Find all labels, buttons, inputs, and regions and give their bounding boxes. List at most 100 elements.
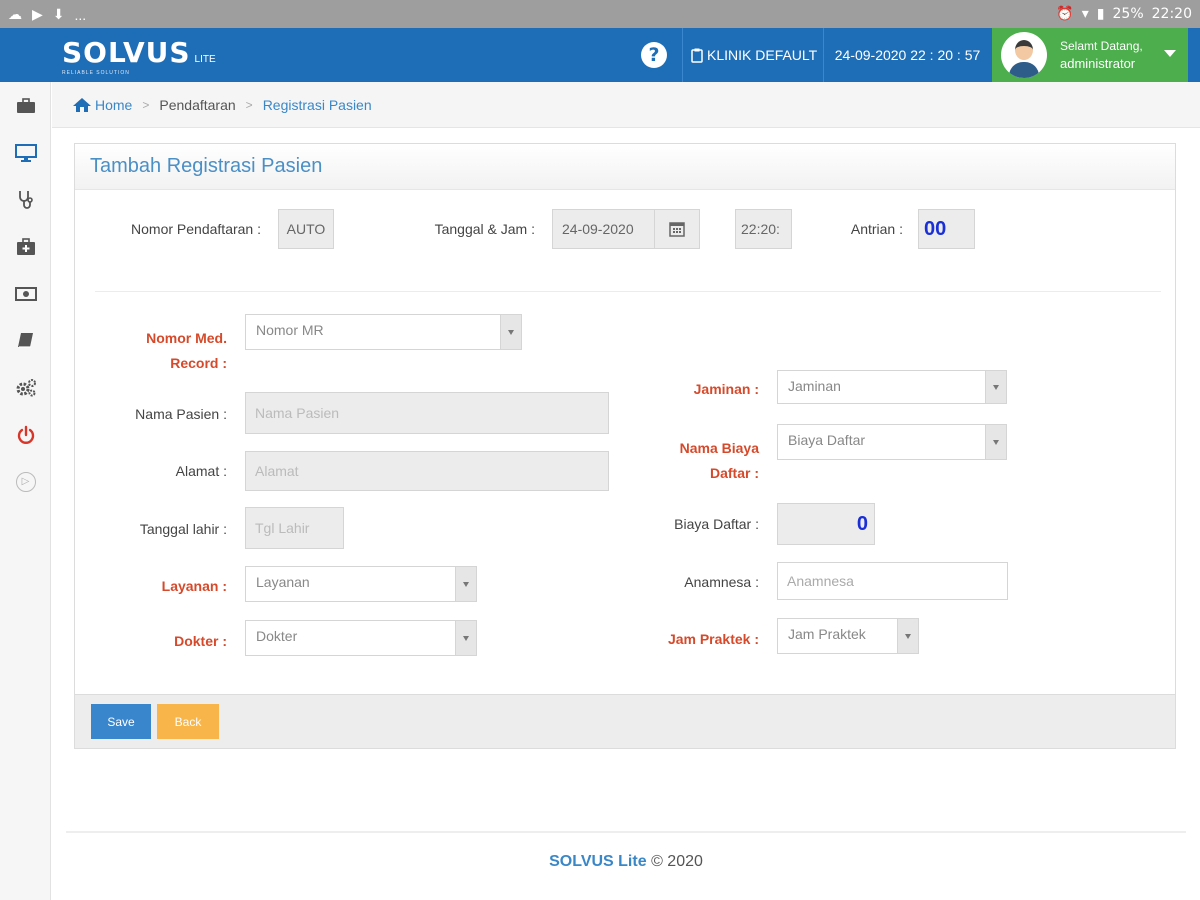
sidebar-item-book[interactable] [0,317,51,364]
dokter-placeholder: Dokter [256,628,298,644]
monitor-icon [14,143,37,162]
clipboard-icon [691,48,703,63]
anamnesa-label: Anamnesa : [684,574,759,590]
sidebar-item-money[interactable] [0,270,51,317]
nama-biaya-label-line2: Daftar : [709,465,759,481]
jam-praktek-placeholder: Jam Praktek [788,626,866,642]
breadcrumb-current: Registrasi Pasien [262,96,372,113]
battery-level: 25% [1112,6,1144,22]
user-menu[interactable]: Selamt Datang, administrator [992,28,1188,82]
nama-pasien-label: Nama Pasien : [135,406,227,422]
sidebar-item-briefcase[interactable] [0,82,51,129]
sidebar-item-monitor[interactable] [0,129,51,176]
alamat-label: Alamat : [175,463,227,479]
header-datetime: 24-09-2020 22 : 20 : 57 [823,28,991,82]
back-button[interactable]: Back [157,704,219,739]
jaminan-placeholder: Jaminan [788,378,841,394]
antrian-value: 00 [918,209,975,249]
registration-panel: Tambah Registrasi Pasien Nomor Pendaftar… [74,143,1176,749]
tanggal-jam-label: Tanggal & Jam : [434,221,535,237]
jam-field[interactable]: 22:20: [735,209,792,249]
download-icon: ⬇ [52,6,65,22]
layanan-placeholder: Layanan [256,574,310,590]
dokter-select[interactable]: Dokter [245,620,477,656]
power-icon [17,425,34,444]
sidebar-item-settings[interactable] [0,364,51,411]
page-footer: SOLVUS Lite © 2020 [52,853,1200,871]
home-icon [73,97,91,112]
footer-copyright: © 2020 [651,853,703,870]
jam-praktek-select[interactable]: Jam Praktek [777,618,919,654]
caret-down-icon [1164,50,1176,57]
nomor-mr-select[interactable]: Nomor MR [245,314,522,350]
cloud-icon: ☁ [8,6,22,22]
nama-biaya-select[interactable]: Biaya Daftar [777,424,1007,460]
alamat-field[interactable]: Alamat [245,451,609,491]
panel-header: Tambah Registrasi Pasien [75,144,1175,190]
layanan-select[interactable]: Layanan [245,566,477,602]
app-header: SOLVUS LITE RELIABLE SOLUTION ? KLINIK DE… [0,28,1200,82]
nama-biaya-label-line1: Nama Biaya [679,440,759,456]
footer-divider [66,831,1186,833]
money-icon [14,286,37,301]
layanan-label: Layanan : [161,578,227,594]
breadcrumb-pendaftaran[interactable]: Pendaftaran [159,97,235,113]
breadcrumb-separator: > [245,97,253,112]
chevron-down-icon [455,567,476,601]
user-greeting: Selamt Datang, [1060,39,1143,53]
clinic-name: KLINIK DEFAULT [707,47,818,63]
nomor-mr-label: Nomor Med. Record : [105,326,227,376]
page-title: Tambah Registrasi Pasien [90,155,323,177]
book-icon [17,332,33,348]
form-divider [95,291,1161,292]
brand-tagline: RELIABLE SOLUTION [62,70,130,76]
tanggal-lahir-field[interactable]: Tgl Lahir [245,507,344,549]
signal-icon: ▮ [1096,6,1105,22]
chevron-down-icon [455,621,476,655]
nama-biaya-placeholder: Biaya Daftar [788,432,866,448]
sidebar-item-logout[interactable] [0,411,51,458]
wifi-icon: ▾ [1081,6,1089,22]
avatar [1001,32,1047,78]
clinic-selector[interactable]: KLINIK DEFAULT [682,28,822,82]
breadcrumb: Home > Pendaftaran > Registrasi Pasien [52,82,1200,128]
user-name: administrator [1060,56,1136,71]
sidebar-item-stethoscope[interactable] [0,176,51,223]
android-status-bar: ☁ ▶ ⬇ ... ⏰ ▾ ▮ 25% 22:20 [0,0,1200,28]
chevron-down-icon [897,619,918,653]
sidebar: ▷ [0,82,51,900]
anamnesa-field[interactable]: Anamnesa [777,562,1008,600]
chevron-right-icon: ▷ [15,471,36,492]
chevron-down-icon [500,315,521,349]
medkit-icon [16,237,35,255]
nomor-mr-label-line1: Nomor Med. [146,330,227,346]
nama-biaya-label: Nama Biaya Daftar : [635,436,759,486]
biaya-daftar-label: Biaya Daftar : [674,516,759,532]
nomor-pendaftaran-field: AUTO [278,209,334,249]
save-button[interactable]: Save [91,704,151,739]
brand-name: SOLVUS [62,36,191,69]
play-icon: ▶ [32,6,43,22]
nomor-mr-label-line2: Record : [170,355,227,371]
tanggal-lahir-label: Tanggal lahir : [139,521,227,537]
panel-footer: Save Back [75,694,1175,748]
nomor-mr-placeholder: Nomor MR [256,322,324,338]
briefcase-icon [16,97,35,113]
tanggal-field[interactable]: 24-09-2020 [552,209,655,249]
breadcrumb-separator: > [142,97,150,112]
nama-pasien-field[interactable]: Nama Pasien [245,392,609,434]
sidebar-item-medkit[interactable] [0,223,51,270]
brand-logo[interactable]: SOLVUS LITE RELIABLE SOLUTION [62,36,216,76]
jaminan-select[interactable]: Jaminan [777,370,1007,404]
footer-brand[interactable]: SOLVUS Lite [549,853,647,870]
clock-time: 22:20 [1151,6,1192,22]
sidebar-item-expand[interactable]: ▷ [0,458,51,505]
help-button[interactable]: ? [641,42,667,68]
dokter-label: Dokter : [174,633,227,649]
calendar-button[interactable] [654,209,700,249]
stethoscope-icon [18,190,33,209]
chevron-down-icon [985,425,1006,459]
nomor-pendaftaran-label: Nomor Pendaftaran : [131,221,261,237]
more-notifications: ... [74,6,87,23]
breadcrumb-home[interactable]: Home [95,97,132,113]
